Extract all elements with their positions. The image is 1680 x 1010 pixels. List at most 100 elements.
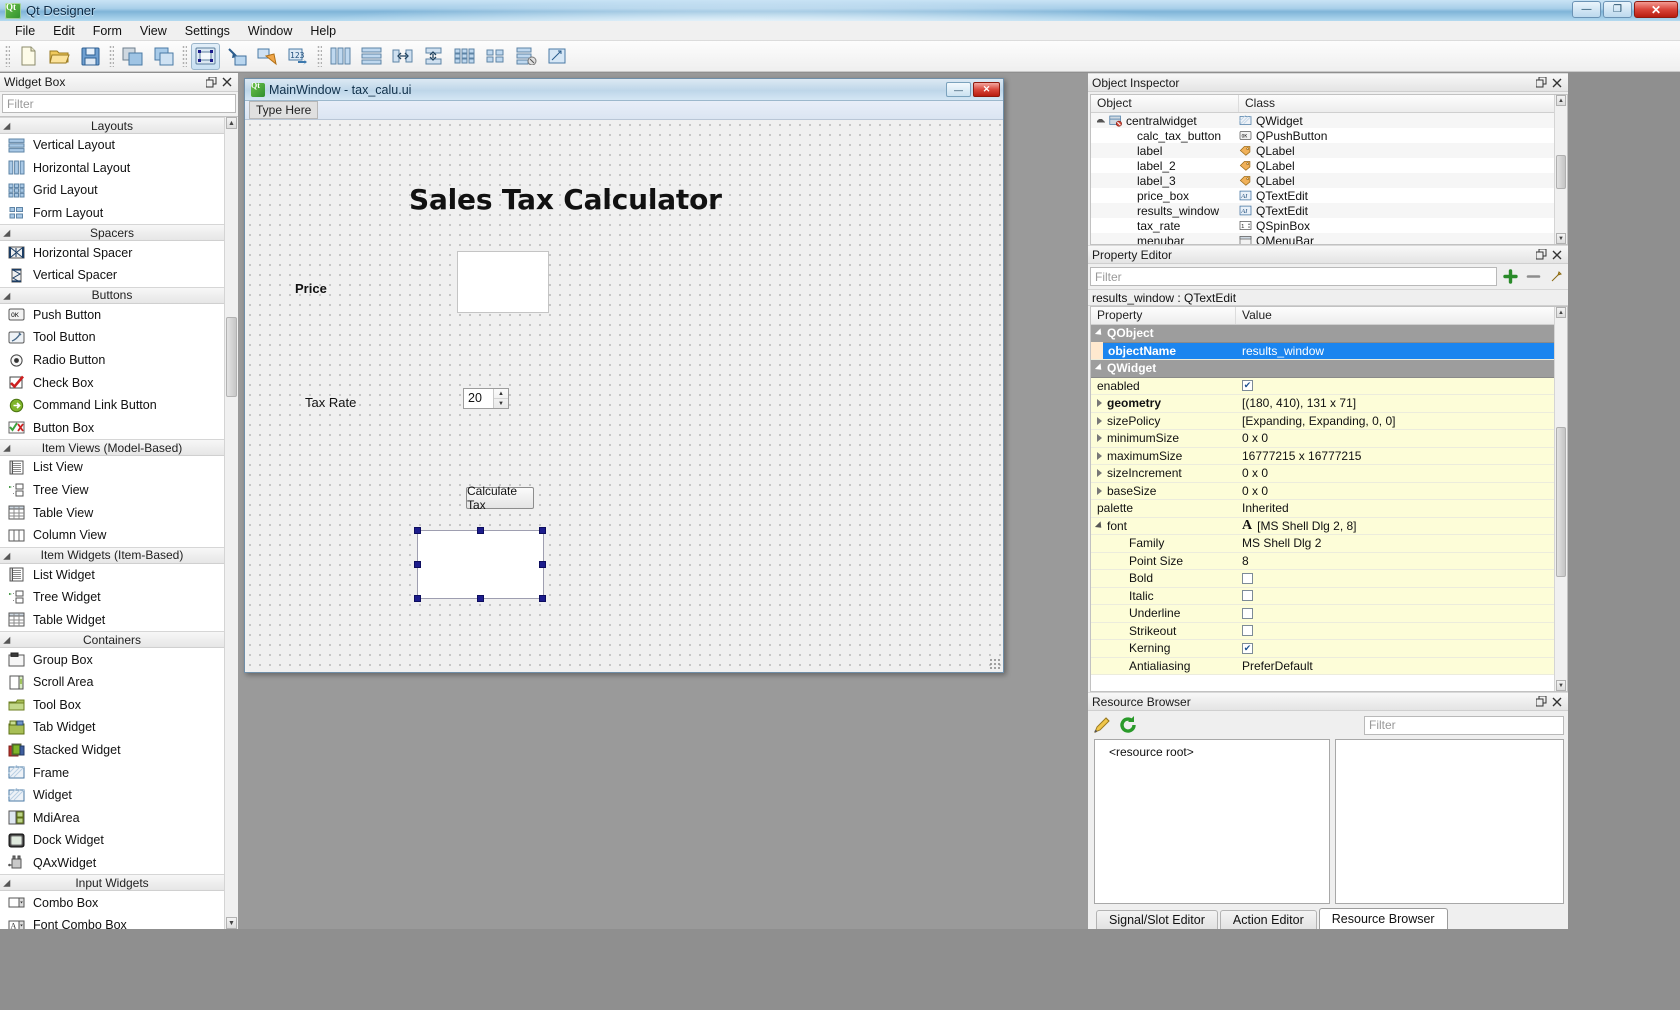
property-value[interactable]: 0 x 0: [1242, 431, 1268, 445]
property-row-font[interactable]: font A [MS Shell Dlg 2, 8]: [1091, 517, 1567, 535]
break-layout-icon[interactable]: [512, 43, 541, 70]
tab-resource-browser[interactable]: Resource Browser: [1318, 908, 1448, 929]
widget-category-spacers[interactable]: Spacers: [0, 224, 224, 242]
scroll-down-icon[interactable]: ▼: [1556, 680, 1566, 691]
property-row-kerning[interactable]: Kerning ✔: [1091, 640, 1567, 658]
layout-splitter-vertical-icon[interactable]: [419, 43, 448, 70]
property-value[interactable]: Inherited: [1242, 501, 1289, 515]
property-row-objectname[interactable]: objectName results_window: [1091, 342, 1567, 360]
pencil-edit-icon[interactable]: [1092, 716, 1112, 735]
property-value[interactable]: [MS Shell Dlg 2, 8]: [1257, 519, 1356, 533]
edit-signals-slots-icon[interactable]: [222, 43, 251, 70]
property-value[interactable]: MS Shell Dlg 2: [1242, 536, 1321, 550]
close-button[interactable]: ✕: [1634, 1, 1678, 18]
widget-category-item-views-model-based[interactable]: Item Views (Model-Based): [0, 439, 224, 457]
toolbar-grip-3[interactable]: [182, 45, 187, 67]
chevron-expand-icon[interactable]: [1094, 521, 1105, 531]
widget-item-form-layout[interactable]: Form Layout: [0, 201, 224, 225]
configure-icon[interactable]: [1546, 267, 1566, 286]
paste-icon[interactable]: [149, 43, 178, 70]
results-window-textedit[interactable]: [417, 530, 544, 599]
object-inspector-row[interactable]: results_window AI QTextEdit: [1091, 203, 1567, 218]
object-inspector-row[interactable]: label_2 QLabel: [1091, 158, 1567, 173]
layout-splitter-horizontal-icon[interactable]: [388, 43, 417, 70]
object-inspector-row[interactable]: label QLabel: [1091, 143, 1567, 158]
layout-form-icon[interactable]: [481, 43, 510, 70]
float-icon[interactable]: [204, 75, 218, 89]
property-row-point-size[interactable]: Point Size 8: [1091, 552, 1567, 570]
widget-item-table-view[interactable]: Table View: [0, 501, 224, 524]
toolbar-grip[interactable]: [5, 45, 10, 67]
property-row-basesize[interactable]: baseSize 0 x 0: [1091, 482, 1567, 500]
widget-box-filter-input[interactable]: [2, 94, 236, 113]
property-value[interactable]: PreferDefault: [1242, 659, 1313, 673]
property-row-italic[interactable]: Italic: [1091, 587, 1567, 605]
widget-item-mdiarea[interactable]: MdiArea: [0, 806, 224, 830]
menu-form[interactable]: Form: [84, 22, 131, 40]
close-icon[interactable]: [1550, 76, 1564, 90]
widget-item-combo-box[interactable]: Combo Box: [0, 891, 224, 914]
property-editor-table[interactable]: Property Value QObject objectName result…: [1090, 306, 1568, 692]
label-sales-tax-calculator[interactable]: Sales Tax Calculator: [409, 183, 722, 216]
widget-item-horizontal-spacer[interactable]: Horizontal Spacer: [0, 241, 224, 264]
object-inspector-row[interactable]: price_box AI QTextEdit: [1091, 188, 1567, 203]
object-inspector-tree[interactable]: Object Class centralwidget QWidget calc_…: [1090, 94, 1568, 245]
property-value[interactable]: [Expanding, Expanding, 0, 0]: [1242, 414, 1395, 428]
chevron-expand-icon[interactable]: [1097, 451, 1102, 460]
menu-settings[interactable]: Settings: [176, 22, 239, 40]
adjust-size-icon[interactable]: [543, 43, 572, 70]
property-row-antialiasing[interactable]: Antialiasing PreferDefault: [1091, 657, 1567, 675]
widget-box-scroll-thumb[interactable]: [226, 317, 237, 397]
property-value[interactable]: results_window: [1242, 344, 1324, 358]
widget-item-vertical-spacer[interactable]: Vertical Spacer: [0, 263, 224, 287]
property-row-bold[interactable]: Bold: [1091, 570, 1567, 588]
widget-category-layouts[interactable]: Layouts: [0, 117, 224, 134]
widget-item-tree-view[interactable]: Tree View: [0, 478, 224, 502]
resize-handle-bottom-center[interactable]: [476, 595, 484, 602]
close-icon[interactable]: [1550, 248, 1564, 262]
layout-vertically-icon[interactable]: [357, 43, 386, 70]
widget-item-radio-button[interactable]: Radio Button: [0, 348, 224, 372]
widget-category-input-widgets[interactable]: Input Widgets: [0, 874, 224, 892]
chevron-expand-icon[interactable]: [1094, 363, 1105, 373]
toolbar-grip-2[interactable]: [109, 45, 114, 67]
object-inspector-row[interactable]: menubar QMenuBar: [1091, 233, 1567, 244]
widget-item-command-link-button[interactable]: Command Link Button: [0, 393, 224, 417]
property-value[interactable]: 0 x 0: [1242, 484, 1268, 498]
open-form-icon[interactable]: [45, 43, 74, 70]
widget-item-widget[interactable]: Widget: [0, 783, 224, 807]
tax-rate-value[interactable]: 20: [464, 389, 493, 408]
widget-item-frame[interactable]: Frame: [0, 761, 224, 784]
label-price[interactable]: Price: [295, 281, 327, 296]
remove-property-icon[interactable]: [1523, 267, 1543, 286]
widget-item-scroll-area[interactable]: Scroll Area: [0, 670, 224, 694]
property-editor-filter-input[interactable]: [1090, 267, 1497, 286]
property-row-minimumsize[interactable]: minimumSize 0 x 0: [1091, 430, 1567, 448]
resize-handle-middle-right[interactable]: [539, 561, 546, 568]
checkbox-kerning[interactable]: ✔: [1242, 642, 1253, 654]
resource-root-label[interactable]: <resource root>: [1109, 745, 1194, 759]
maximize-button[interactable]: ❐: [1603, 1, 1632, 18]
close-icon[interactable]: [1550, 695, 1564, 709]
property-row-underline[interactable]: Underline: [1091, 605, 1567, 623]
resource-tree-pane[interactable]: <resource root>: [1094, 739, 1330, 904]
widget-category-containers[interactable]: Containers: [0, 631, 224, 649]
float-icon[interactable]: [1534, 76, 1548, 90]
label-tax-rate[interactable]: Tax Rate: [305, 395, 356, 410]
chevron-expand-icon[interactable]: [1094, 328, 1105, 338]
checkbox-bold[interactable]: [1242, 572, 1253, 584]
property-row-qwidget[interactable]: QWidget: [1091, 360, 1567, 378]
save-form-icon[interactable]: [76, 43, 105, 70]
widget-item-check-box[interactable]: Check Box: [0, 371, 224, 394]
widget-category-buttons[interactable]: Buttons: [0, 286, 224, 304]
property-value[interactable]: 0 x 0: [1242, 466, 1268, 480]
edit-buddies-icon[interactable]: [253, 43, 282, 70]
new-form-icon[interactable]: [14, 43, 43, 70]
resize-handle-bottom-right[interactable]: [539, 595, 546, 602]
column-header-class[interactable]: Class: [1239, 95, 1567, 112]
chevron-expand-icon[interactable]: [1097, 399, 1102, 408]
chevron-expand-icon[interactable]: [1095, 116, 1106, 130]
widget-item-horizontal-layout[interactable]: Horizontal Layout: [0, 156, 224, 180]
add-property-icon[interactable]: [1500, 267, 1520, 286]
chevron-expand-icon[interactable]: [1097, 416, 1102, 425]
